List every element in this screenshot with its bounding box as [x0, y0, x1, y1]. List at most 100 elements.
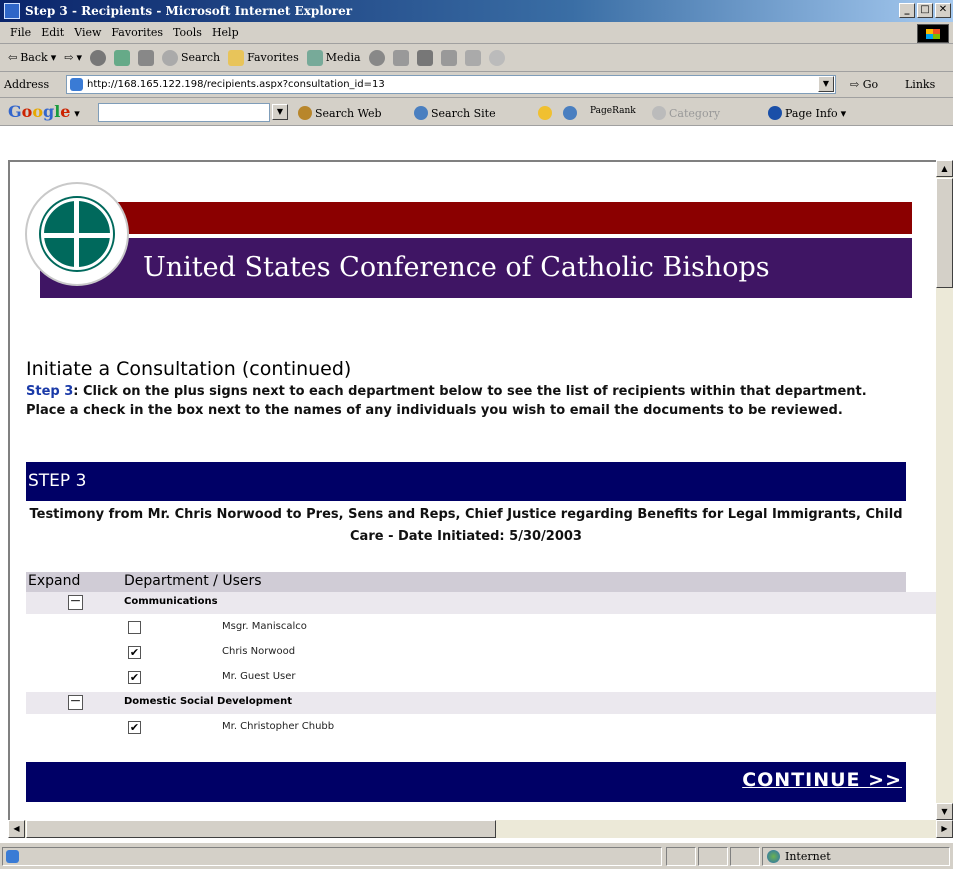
- forward-arrow-icon: ⇨: [64, 51, 74, 64]
- history-icon: [368, 49, 385, 66]
- stop-button[interactable]: [89, 49, 106, 66]
- print-button[interactable]: [416, 49, 433, 66]
- google-logo[interactable]: Google ▾: [8, 102, 80, 121]
- frown-icon: [563, 106, 577, 120]
- google-dropdown-button[interactable]: ▼: [272, 104, 288, 120]
- toolbar: ⇦ Back ▾ ⇨ ▾ Search Favorites Media: [0, 44, 953, 72]
- address-url: http://168.165.122.198/recipients.aspx?c…: [87, 79, 385, 90]
- user-checkbox[interactable]: ✔: [128, 646, 141, 659]
- collapse-toggle-icon[interactable]: −: [68, 694, 83, 710]
- smiley-button[interactable]: [538, 106, 552, 120]
- edit-button[interactable]: [440, 49, 457, 66]
- collapse-toggle-icon[interactable]: −: [68, 594, 83, 610]
- search-button[interactable]: Search: [161, 49, 221, 66]
- category-button[interactable]: Category: [652, 106, 720, 120]
- forward-button[interactable]: ⇨ ▾: [64, 51, 82, 64]
- search-site-button[interactable]: Search Site: [414, 106, 496, 120]
- windows-logo-icon: [917, 24, 949, 43]
- refresh-button[interactable]: [113, 49, 130, 66]
- user-name: Msgr. Maniscalco: [222, 621, 307, 632]
- menu-tools[interactable]: Tools: [173, 26, 202, 39]
- scroll-up-icon[interactable]: ▲: [936, 160, 953, 177]
- media-button[interactable]: Media: [306, 49, 361, 66]
- scroll-thumb[interactable]: [26, 820, 496, 838]
- go-button[interactable]: ⇨ Go: [850, 78, 878, 91]
- address-input[interactable]: http://168.165.122.198/recipients.aspx?c…: [66, 75, 836, 94]
- messenger-button[interactable]: [488, 49, 505, 66]
- links-button[interactable]: Links: [905, 78, 935, 91]
- page-info-button[interactable]: Page Info ▾: [768, 106, 846, 120]
- close-button[interactable]: ✕: [935, 3, 951, 18]
- vertical-scrollbar[interactable]: ▲ ▼: [936, 160, 953, 820]
- refresh-icon: [113, 49, 130, 66]
- search-web-label: Search Web: [315, 106, 382, 120]
- page-viewport: United States Conference of Catholic Bis…: [8, 160, 936, 820]
- go-arrow-icon: ⇨: [850, 78, 860, 91]
- window-controls: _ □ ✕: [899, 3, 951, 18]
- frown-button[interactable]: [563, 106, 577, 120]
- edit-icon: [440, 49, 457, 66]
- department-name: Domestic Social Development: [124, 696, 292, 707]
- zone-label: Internet: [785, 850, 831, 863]
- search-site-label: Search Site: [431, 106, 496, 120]
- home-icon: [137, 49, 154, 66]
- home-button[interactable]: [137, 49, 154, 66]
- back-button[interactable]: ⇦ Back ▾: [8, 51, 56, 64]
- dropdown-icon: ▾: [840, 106, 847, 120]
- back-arrow-icon: ⇦: [8, 51, 18, 64]
- window-title-bar[interactable]: Step 3 - Recipients - Microsoft Internet…: [0, 0, 953, 22]
- maximize-button[interactable]: □: [917, 3, 933, 18]
- window-title: Step 3 - Recipients - Microsoft Internet…: [25, 4, 353, 18]
- menu-file[interactable]: File: [10, 26, 31, 39]
- status-lock-cell: [698, 847, 728, 866]
- back-label: Back: [20, 51, 48, 64]
- stop-icon: [89, 49, 106, 66]
- banner-title: United States Conference of Catholic Bis…: [143, 252, 770, 283]
- scroll-thumb[interactable]: [936, 178, 953, 288]
- menu-edit[interactable]: Edit: [41, 26, 64, 39]
- table-header: Expand Department / Users: [26, 572, 906, 592]
- google-toolbar: Google ▾ ▼ Search Web Search Site PageRa…: [0, 98, 953, 126]
- go-label: Go: [862, 78, 879, 91]
- mail-icon: [392, 49, 409, 66]
- scroll-right-icon[interactable]: ▶: [936, 820, 953, 838]
- mail-button[interactable]: [392, 49, 409, 66]
- search-web-button[interactable]: Search Web: [298, 106, 382, 120]
- user-row: ✔ Mr. Guest User: [26, 665, 936, 690]
- favorites-button[interactable]: Favorites: [228, 49, 299, 66]
- menu-help[interactable]: Help: [212, 26, 239, 39]
- globe-icon: [767, 850, 780, 863]
- cross-icon: [41, 198, 113, 270]
- continue-link[interactable]: CONTINUE >>: [742, 769, 902, 791]
- step-label: Step 3: [26, 384, 74, 399]
- menu-view[interactable]: View: [74, 26, 101, 39]
- horizontal-scrollbar[interactable]: ◀ ▶: [8, 820, 953, 838]
- ie-icon: [4, 3, 20, 19]
- step-instructions: Step 3: Click on the plus signs next to …: [26, 382, 906, 420]
- user-checkbox[interactable]: [128, 621, 141, 634]
- status-privacy-cell: [730, 847, 760, 866]
- favorites-label: Favorites: [247, 51, 299, 64]
- favorites-icon: [228, 49, 245, 66]
- history-button[interactable]: [368, 49, 385, 66]
- scroll-left-icon[interactable]: ◀: [8, 820, 25, 838]
- address-bar: Address http://168.165.122.198/recipient…: [0, 72, 953, 98]
- status-text-cell: [2, 847, 662, 866]
- step-bar: STEP 3: [26, 462, 906, 501]
- scroll-down-icon[interactable]: ▼: [936, 803, 953, 820]
- conference-seal-logo: [25, 182, 129, 286]
- user-checkbox[interactable]: ✔: [128, 671, 141, 684]
- user-checkbox[interactable]: ✔: [128, 721, 141, 734]
- search-site-icon: [414, 106, 428, 120]
- menu-bar: File Edit View Favorites Tools Help: [0, 22, 953, 44]
- minimize-button[interactable]: _: [899, 3, 915, 18]
- discuss-button[interactable]: [464, 49, 481, 66]
- search-label: Search: [180, 51, 221, 64]
- status-bar: Internet: [0, 842, 953, 869]
- google-search-input[interactable]: [98, 103, 270, 122]
- address-dropdown-button[interactable]: ▼: [818, 76, 834, 92]
- page-info-label: Page Info: [785, 106, 838, 120]
- menu-favorites[interactable]: Favorites: [111, 26, 163, 39]
- address-label: Address: [4, 78, 50, 91]
- pagerank-indicator: PageRank: [590, 106, 636, 116]
